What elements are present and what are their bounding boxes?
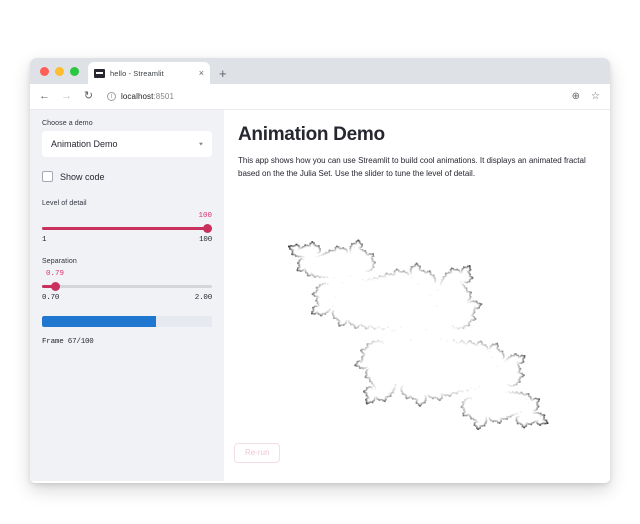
slider-track <box>42 285 212 288</box>
level-of-detail-slider[interactable] <box>42 222 212 234</box>
rerun-button[interactable]: Re-run <box>234 443 280 463</box>
close-icon[interactable]: × <box>199 69 204 78</box>
forward-arrow-icon[interactable]: → <box>60 90 73 103</box>
separation-slider[interactable] <box>42 280 212 292</box>
show-code-checkbox[interactable]: Show code <box>42 171 212 182</box>
address-bar[interactable]: i localhost:8501 <box>107 89 563 105</box>
sidebar: Choose a demo Animation Demo ▾ Show code… <box>30 110 224 481</box>
slider-max-label: 2.00 <box>195 294 212 302</box>
slider-min-label: 0.70 <box>42 294 59 302</box>
chevron-down-icon: ▾ <box>199 141 203 147</box>
slider-max-label: 100 <box>199 236 212 244</box>
separation-range: 0.70 2.00 <box>42 294 212 302</box>
browser-tab-strip: hello - Streamlit × + <box>30 58 610 84</box>
reload-icon[interactable]: ↻ <box>82 90 95 103</box>
level-of-detail-range: 1 100 <box>42 236 212 244</box>
level-of-detail-value: 100 <box>42 211 212 221</box>
browser-tab[interactable]: hello - Streamlit × <box>88 62 210 84</box>
page-title: Animation Demo <box>238 125 588 146</box>
bookmark-star-icon[interactable]: ☆ <box>591 92 600 102</box>
separation-value: 0.79 <box>42 269 212 279</box>
minimize-window-button[interactable] <box>55 67 64 76</box>
show-code-label: Show code <box>60 172 105 182</box>
browser-tab-title: hello - Streamlit <box>110 69 194 78</box>
level-of-detail-slider-block: Level of detail 100 1 100 <box>42 200 212 244</box>
separation-slider-block: Separation 0.79 0.70 2.00 <box>42 258 212 302</box>
browser-window: hello - Streamlit × + ← → ↻ i localhost:… <box>30 58 610 483</box>
maximize-window-button[interactable] <box>70 67 79 76</box>
url-host: localhost <box>121 92 153 101</box>
toolbar-right-icons: ⊕ ☆ <box>572 92 602 102</box>
main-content: Animation Demo This app shows how you ca… <box>224 110 610 481</box>
url-port: :8501 <box>153 92 174 101</box>
browser-toolbar: ← → ↻ i localhost:8501 ⊕ ☆ <box>30 84 610 110</box>
streamlit-app: Choose a demo Animation Demo ▾ Show code… <box>30 110 610 481</box>
progress-bar <box>42 316 212 327</box>
demo-select[interactable]: Animation Demo ▾ <box>42 131 212 157</box>
streamlit-favicon-icon <box>94 69 105 78</box>
window-traffic-lights <box>38 58 88 84</box>
back-arrow-icon[interactable]: ← <box>38 90 51 103</box>
zoom-icon[interactable]: ⊕ <box>572 92 580 102</box>
julia-set-fractal <box>238 192 598 477</box>
slider-thumb[interactable] <box>203 224 212 233</box>
info-circle-icon[interactable]: i <box>107 92 116 101</box>
new-tab-button[interactable]: + <box>219 67 227 80</box>
slider-min-label: 1 <box>42 236 46 244</box>
slider-thumb[interactable] <box>51 282 60 291</box>
checkbox-box-icon[interactable] <box>42 171 53 182</box>
frame-status-text: Frame 67/100 <box>42 338 212 346</box>
page-description: This app shows how you can use Streamlit… <box>238 155 588 181</box>
close-window-button[interactable] <box>40 67 49 76</box>
demo-select-label: Choose a demo <box>42 120 212 127</box>
progress-bar-fill <box>42 316 156 327</box>
demo-select-value: Animation Demo <box>51 139 118 149</box>
separation-label: Separation <box>42 258 212 265</box>
slider-fill <box>42 227 212 230</box>
url-text: localhost:8501 <box>121 92 174 101</box>
screenshot-root: hello - Streamlit × + ← → ↻ i localhost:… <box>0 0 640 524</box>
fractal-canvas <box>238 192 598 477</box>
level-of-detail-label: Level of detail <box>42 200 212 207</box>
